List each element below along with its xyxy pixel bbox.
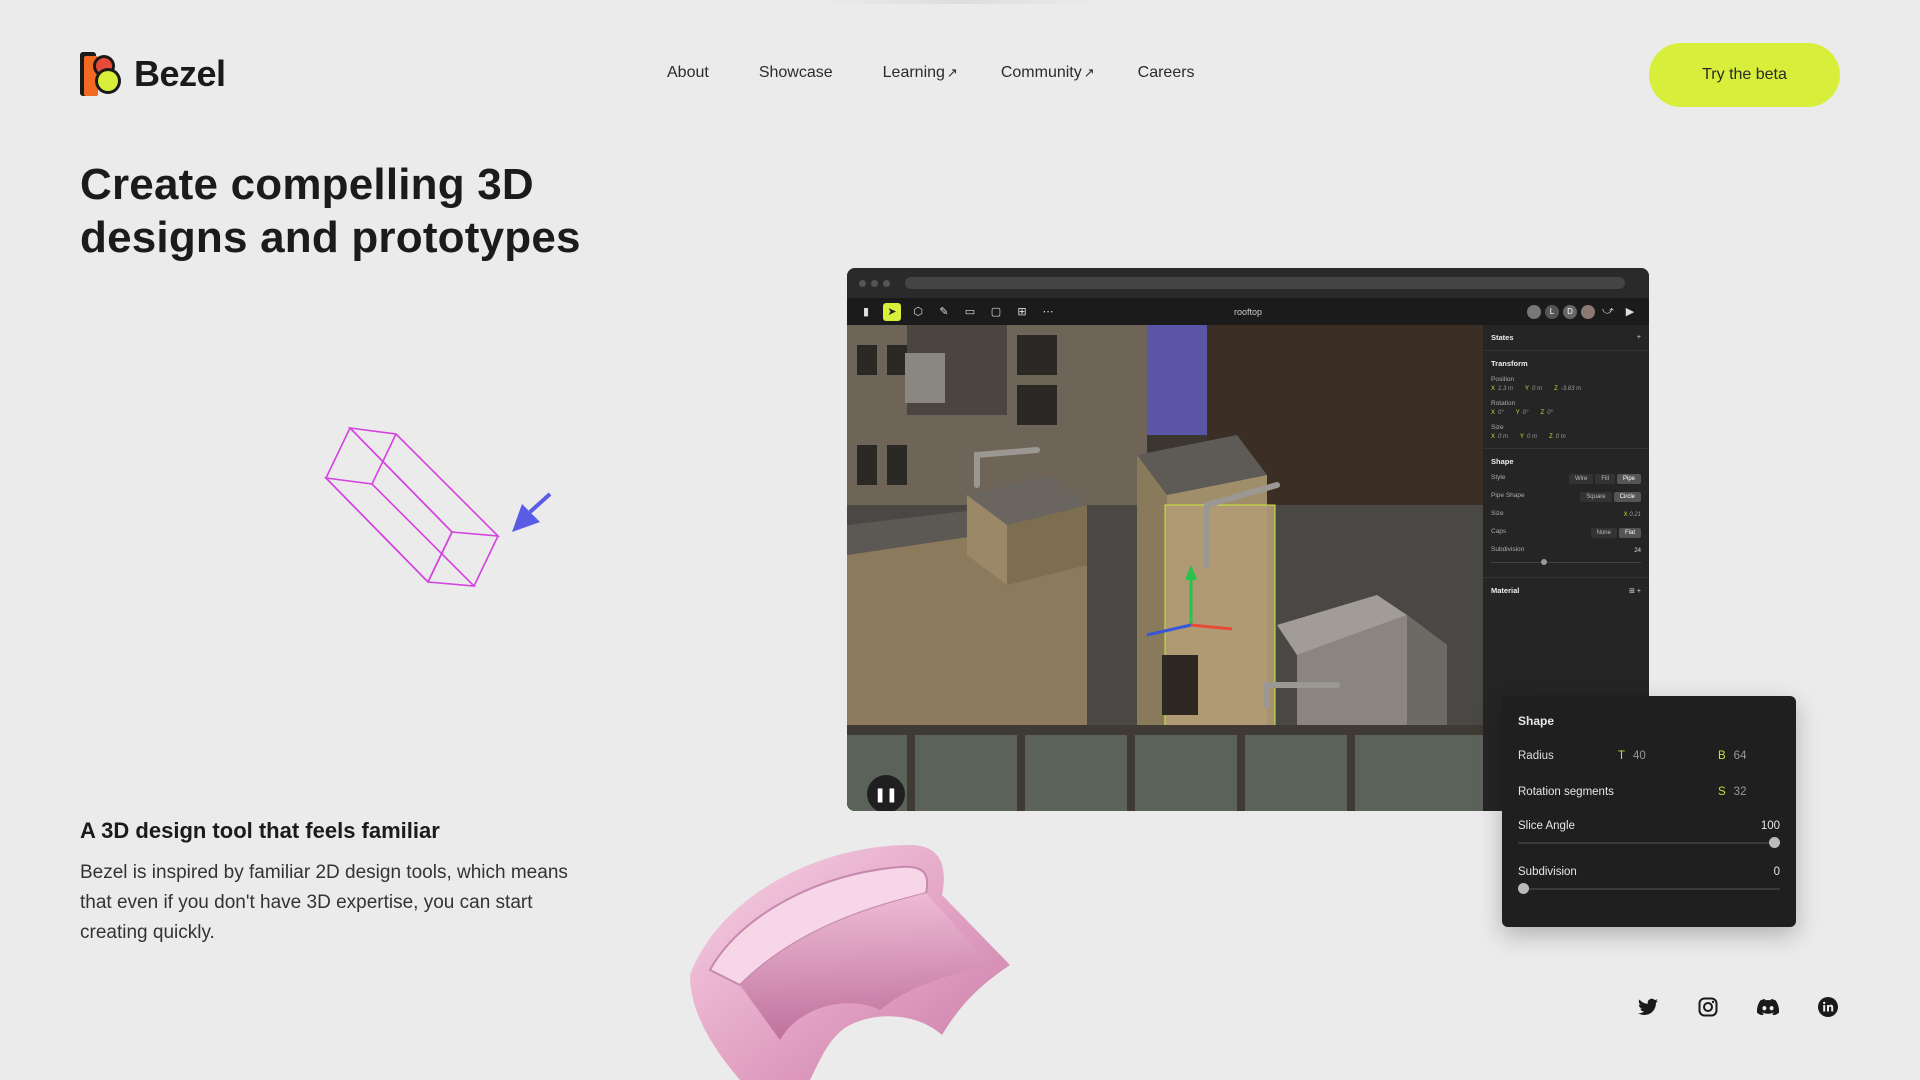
avatar[interactable] bbox=[1527, 304, 1541, 319]
slice-angle-slider[interactable] bbox=[1518, 837, 1780, 848]
logo-text: Bezel bbox=[134, 53, 226, 94]
shape-properties-card: Shape Radius T 40 B 64 Rotation segments S… bbox=[1502, 696, 1796, 927]
subdivision-card-value: 0 bbox=[1773, 866, 1780, 878]
pink-arch-3d-illustration bbox=[680, 835, 1020, 1080]
nav-community-label: Community bbox=[1000, 64, 1082, 81]
size-fields[interactable]: X0 m Y0 m Z0 m bbox=[1491, 434, 1641, 440]
collaborators: L D ⤻ ▶ bbox=[1527, 303, 1639, 321]
slice-angle-label: Slice Angle bbox=[1518, 820, 1575, 832]
linkedin-icon[interactable] bbox=[1816, 995, 1840, 1019]
nav-about-label: About bbox=[667, 64, 709, 81]
play-icon[interactable]: ▶ bbox=[1621, 303, 1639, 321]
pen-tool-icon[interactable]: ✎ bbox=[935, 303, 953, 321]
rotation-segments-label: Rotation segments bbox=[1518, 786, 1614, 798]
size2-label: Size bbox=[1491, 510, 1504, 517]
comment-tool-icon[interactable]: ▢ bbox=[987, 303, 1005, 321]
pause-button[interactable]: ❚❚ bbox=[867, 775, 905, 811]
3d-viewport[interactable]: ❚❚ bbox=[847, 325, 1483, 811]
external-arrow-icon: ↗ bbox=[1083, 65, 1095, 80]
slice-angle-value: 100 bbox=[1760, 820, 1780, 832]
nav-learning[interactable]: Learning ↗ bbox=[883, 64, 958, 82]
pipe-shape-segmented-control[interactable]: Square Circle bbox=[1580, 492, 1641, 502]
slice-angle-row: Slice Angle 100 bbox=[1518, 820, 1780, 848]
social-links bbox=[1636, 995, 1840, 1019]
frame-tool-icon[interactable]: ▭ bbox=[961, 303, 979, 321]
position-fields[interactable]: X 1.3 m Y0 m Z -3.83 m bbox=[1491, 386, 1641, 392]
add-icon[interactable]: + bbox=[1637, 334, 1641, 341]
logo[interactable]: Bezel bbox=[80, 52, 226, 96]
subdivision-card-slider[interactable] bbox=[1518, 883, 1780, 894]
avatar[interactable] bbox=[1581, 304, 1595, 319]
bezel-menu-icon[interactable]: ▮ bbox=[857, 303, 875, 321]
shape-heading: Shape bbox=[1491, 457, 1514, 466]
size-label: Size bbox=[1491, 424, 1504, 431]
nav-careers-label: Careers bbox=[1137, 64, 1195, 81]
avatar[interactable]: D bbox=[1563, 304, 1577, 319]
url-bar bbox=[905, 277, 1625, 289]
avatar[interactable]: L bbox=[1545, 304, 1559, 319]
material-heading: Material bbox=[1491, 586, 1520, 595]
nav-community[interactable]: Community ↗ bbox=[1001, 64, 1095, 82]
window-dot bbox=[859, 279, 866, 287]
nav-about[interactable]: About bbox=[667, 64, 709, 82]
nav-careers[interactable]: Careers bbox=[1138, 64, 1195, 82]
twitter-icon[interactable] bbox=[1636, 995, 1660, 1019]
instagram-icon[interactable] bbox=[1696, 995, 1720, 1019]
nav-showcase[interactable]: Showcase bbox=[759, 64, 833, 82]
style-segmented-control[interactable]: Wire Fill Pipe bbox=[1568, 474, 1641, 484]
size2-value[interactable]: 0.21 bbox=[1629, 512, 1641, 518]
hero-title: Create compelling 3D designs and prototy… bbox=[80, 160, 581, 262]
radius-row: Radius T 40 B 64 bbox=[1518, 750, 1780, 762]
rotation-label: Rotation bbox=[1491, 400, 1516, 407]
cube-tool-icon[interactable]: ⬡ bbox=[909, 303, 927, 321]
app-toolbar: rooftop ▮ ➤ ⬡ ✎ ▭ ▢ ⊞ ⋯ L D ⤻ ▶ bbox=[847, 298, 1649, 325]
states-heading: States bbox=[1491, 333, 1514, 342]
bezel-logo-icon bbox=[80, 52, 122, 96]
discord-icon[interactable] bbox=[1756, 995, 1780, 1019]
subdivision-row: Subdivision 0 bbox=[1518, 866, 1780, 894]
transform-heading: Transform bbox=[1491, 359, 1528, 368]
nav-learning-label: Learning bbox=[882, 64, 945, 81]
pipe-shape-label: Pipe Shape bbox=[1491, 492, 1525, 499]
feature-title: A 3D design tool that feels familiar bbox=[80, 818, 440, 843]
add-icon[interactable]: ⊞ + bbox=[1629, 587, 1641, 595]
radius-bottom-field[interactable]: B 64 bbox=[1718, 750, 1746, 762]
shape-card-title: Shape bbox=[1518, 714, 1555, 728]
subdivision-slider[interactable] bbox=[1491, 559, 1641, 565]
browser-chrome bbox=[847, 268, 1649, 298]
window-dot bbox=[871, 279, 878, 287]
main-nav: About Showcase Learning ↗ Community ↗ Ca… bbox=[667, 64, 1195, 82]
wireframe-box-illustration bbox=[318, 420, 558, 605]
slider-thumb[interactable] bbox=[1769, 837, 1780, 848]
subdivision-label: Subdivision bbox=[1491, 546, 1525, 553]
grid-tool-icon[interactable]: ⊞ bbox=[1013, 303, 1031, 321]
more-icon[interactable]: ⋯ bbox=[1039, 303, 1057, 321]
try-beta-button[interactable]: Try the beta bbox=[1649, 43, 1840, 107]
caps-segmented-control[interactable]: None Flat bbox=[1590, 528, 1641, 538]
radius-top-field[interactable]: T 40 bbox=[1618, 750, 1718, 762]
style-label: Style bbox=[1491, 474, 1506, 481]
rotation-segments-field[interactable]: S 32 bbox=[1718, 786, 1746, 798]
rotation-segments-row: Rotation segments S 32 bbox=[1518, 786, 1780, 798]
subdivision-value: 24 bbox=[1634, 548, 1641, 554]
share-icon[interactable]: ⤻ bbox=[1599, 303, 1617, 321]
caps-label: Caps bbox=[1491, 528, 1507, 535]
cursor-arrow-icon bbox=[512, 492, 552, 532]
window-dot bbox=[883, 279, 890, 287]
nav-showcase-label: Showcase bbox=[758, 64, 833, 81]
top-divider bbox=[820, 0, 1100, 4]
subdivision-card-label: Subdivision bbox=[1518, 866, 1577, 878]
pause-icon: ❚❚ bbox=[874, 785, 898, 802]
slider-thumb[interactable] bbox=[1518, 883, 1529, 894]
external-arrow-icon: ↗ bbox=[946, 65, 958, 80]
position-label: Position bbox=[1491, 376, 1515, 383]
radius-label: Radius bbox=[1518, 750, 1554, 762]
feature-body: Bezel is inspired by familiar 2D design … bbox=[80, 862, 568, 943]
select-tool-icon[interactable]: ➤ bbox=[883, 302, 901, 321]
rotation-fields[interactable]: X 0° Y 0° Z 0° bbox=[1491, 410, 1641, 416]
